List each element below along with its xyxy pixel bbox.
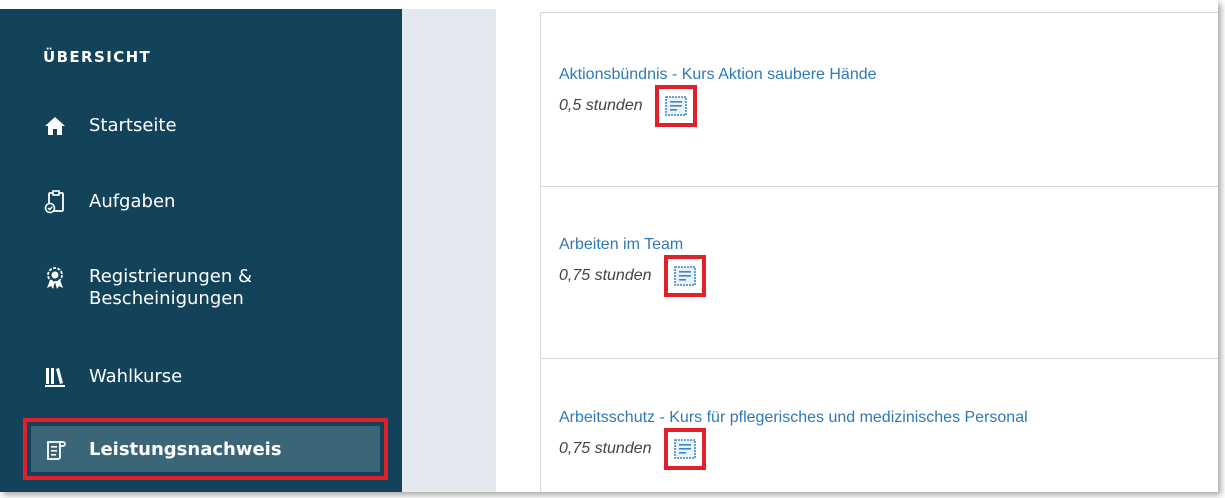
course-duration: 0,75 stunden — [559, 440, 652, 457]
course-duration: 0,75 stunden — [559, 267, 652, 284]
transcript-icon — [43, 438, 67, 462]
sidebar-item-aufgaben[interactable]: Aufgaben — [43, 190, 175, 214]
certificate-button[interactable] — [663, 428, 706, 470]
sidebar-item-label: Leistungsnachweis — [89, 439, 282, 460]
library-books-icon — [43, 365, 67, 389]
sidebar-item-leistungsnachweis[interactable]: Leistungsnachweis — [43, 438, 282, 462]
clipboard-check-icon — [43, 190, 67, 214]
main-content: Aktionsbündnis - Kurs Aktion saubere Hän… — [496, 0, 1218, 492]
course-duration: 0,5 stunden — [559, 97, 643, 114]
certificate-icon — [673, 266, 696, 286]
sidebar-item-label: Startseite — [89, 115, 177, 136]
course-meta: 0,75 stunden — [559, 428, 706, 470]
course-list: Aktionsbündnis - Kurs Aktion saubere Hän… — [540, 12, 1218, 492]
list-item: Aktionsbündnis - Kurs Aktion saubere Hän… — [541, 12, 1218, 186]
sidebar-item-label: Wahlkurse — [89, 366, 183, 387]
home-icon — [43, 114, 67, 138]
top-divider — [0, 0, 402, 9]
sidebar-item-wahlkurse[interactable]: Wahlkurse — [43, 365, 182, 389]
certificate-icon — [673, 439, 696, 459]
certificate-button[interactable] — [654, 85, 697, 127]
course-title-link[interactable]: Aktionsbündnis - Kurs Aktion saubere Hän… — [559, 66, 877, 84]
list-item: Arbeiten im Team 0,75 stunden — [541, 186, 1218, 358]
content-gutter — [402, 0, 496, 492]
sidebar-item-startseite[interactable]: Startseite — [43, 114, 177, 138]
course-title-link[interactable]: Arbeiten im Team — [559, 236, 683, 254]
top-divider — [402, 0, 496, 9]
sidebar-item-registrierungen[interactable]: Registrierungen & Bescheinigungen — [43, 266, 252, 310]
app-window: ÜBERSICHT Startseite Aufgaben Registrier… — [0, 0, 1218, 492]
award-ribbon-icon — [43, 266, 67, 290]
certificate-button[interactable] — [663, 255, 706, 297]
course-title-link[interactable]: Arbeitsschutz - Kurs für pflegerisches u… — [559, 409, 1028, 427]
section-title: ÜBERSICHT — [43, 48, 152, 66]
course-meta: 0,5 stunden — [559, 85, 697, 127]
sidebar-item-label-line2: Bescheinigungen — [89, 288, 244, 309]
sidebar: ÜBERSICHT Startseite Aufgaben Registrier… — [0, 0, 402, 492]
sidebar-item-label: Aufgaben — [89, 191, 176, 212]
sidebar-item-label: Registrierungen & Bescheinigungen — [89, 266, 252, 310]
list-item: Arbeitsschutz - Kurs für pflegerisches u… — [541, 358, 1218, 492]
sidebar-item-label-line1: Registrierungen & — [89, 266, 252, 287]
certificate-icon — [664, 96, 687, 116]
course-meta: 0,75 stunden — [559, 255, 706, 297]
